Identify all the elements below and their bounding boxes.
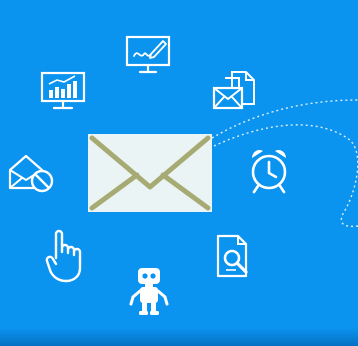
alarm-clock-icon [251, 149, 287, 194]
documents-envelope-icon [212, 71, 255, 110]
email-marketing-illustration [0, 0, 358, 346]
robot-icon [129, 268, 169, 315]
bar-chart-monitor-icon [40, 71, 86, 110]
bottom-shade [0, 328, 358, 346]
envelope-blocked-icon [8, 154, 54, 193]
pointing-hand-icon [45, 229, 82, 283]
central-envelope-icon [88, 134, 212, 212]
monitor-signature-icon [125, 35, 171, 74]
document-search-icon [216, 234, 248, 278]
